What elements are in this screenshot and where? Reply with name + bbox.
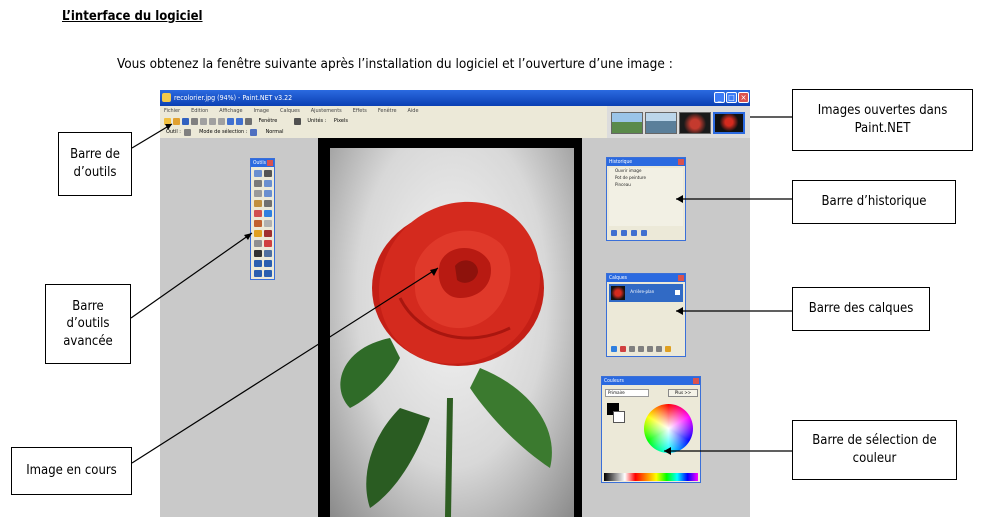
- callout-history-bar: Barre d’historique: [792, 180, 956, 224]
- advanced-toolbar-pointer: [130, 232, 253, 319]
- callout-advanced-toolbar-text: Barre d’outils avancée: [63, 298, 113, 349]
- callout-advanced-toolbar: Barre d’outils avancée: [45, 284, 131, 364]
- callout-open-images-text: Images ouvertes dans Paint.NET: [817, 103, 948, 136]
- callout-layers-bar: Barre des calques: [792, 287, 930, 331]
- callout-color-bar-text: Barre de sélection de couleur: [812, 433, 937, 466]
- callout-toolbar: Barre de d’outils: [58, 132, 132, 196]
- callout-history-bar-text: Barre d’historique: [821, 194, 927, 210]
- callout-open-images: Images ouvertes dans Paint.NET: [792, 89, 973, 151]
- image-pointer: [131, 267, 439, 464]
- toolbar-pointer: [131, 123, 173, 149]
- callout-current-image: Image en cours: [11, 447, 132, 495]
- callout-current-image-text: Image en cours: [26, 463, 117, 479]
- callout-color-bar: Barre de sélection de couleur: [792, 420, 957, 480]
- callout-toolbar-text: Barre de d’outils: [70, 147, 120, 180]
- callout-layers-bar-text: Barre des calques: [808, 301, 914, 317]
